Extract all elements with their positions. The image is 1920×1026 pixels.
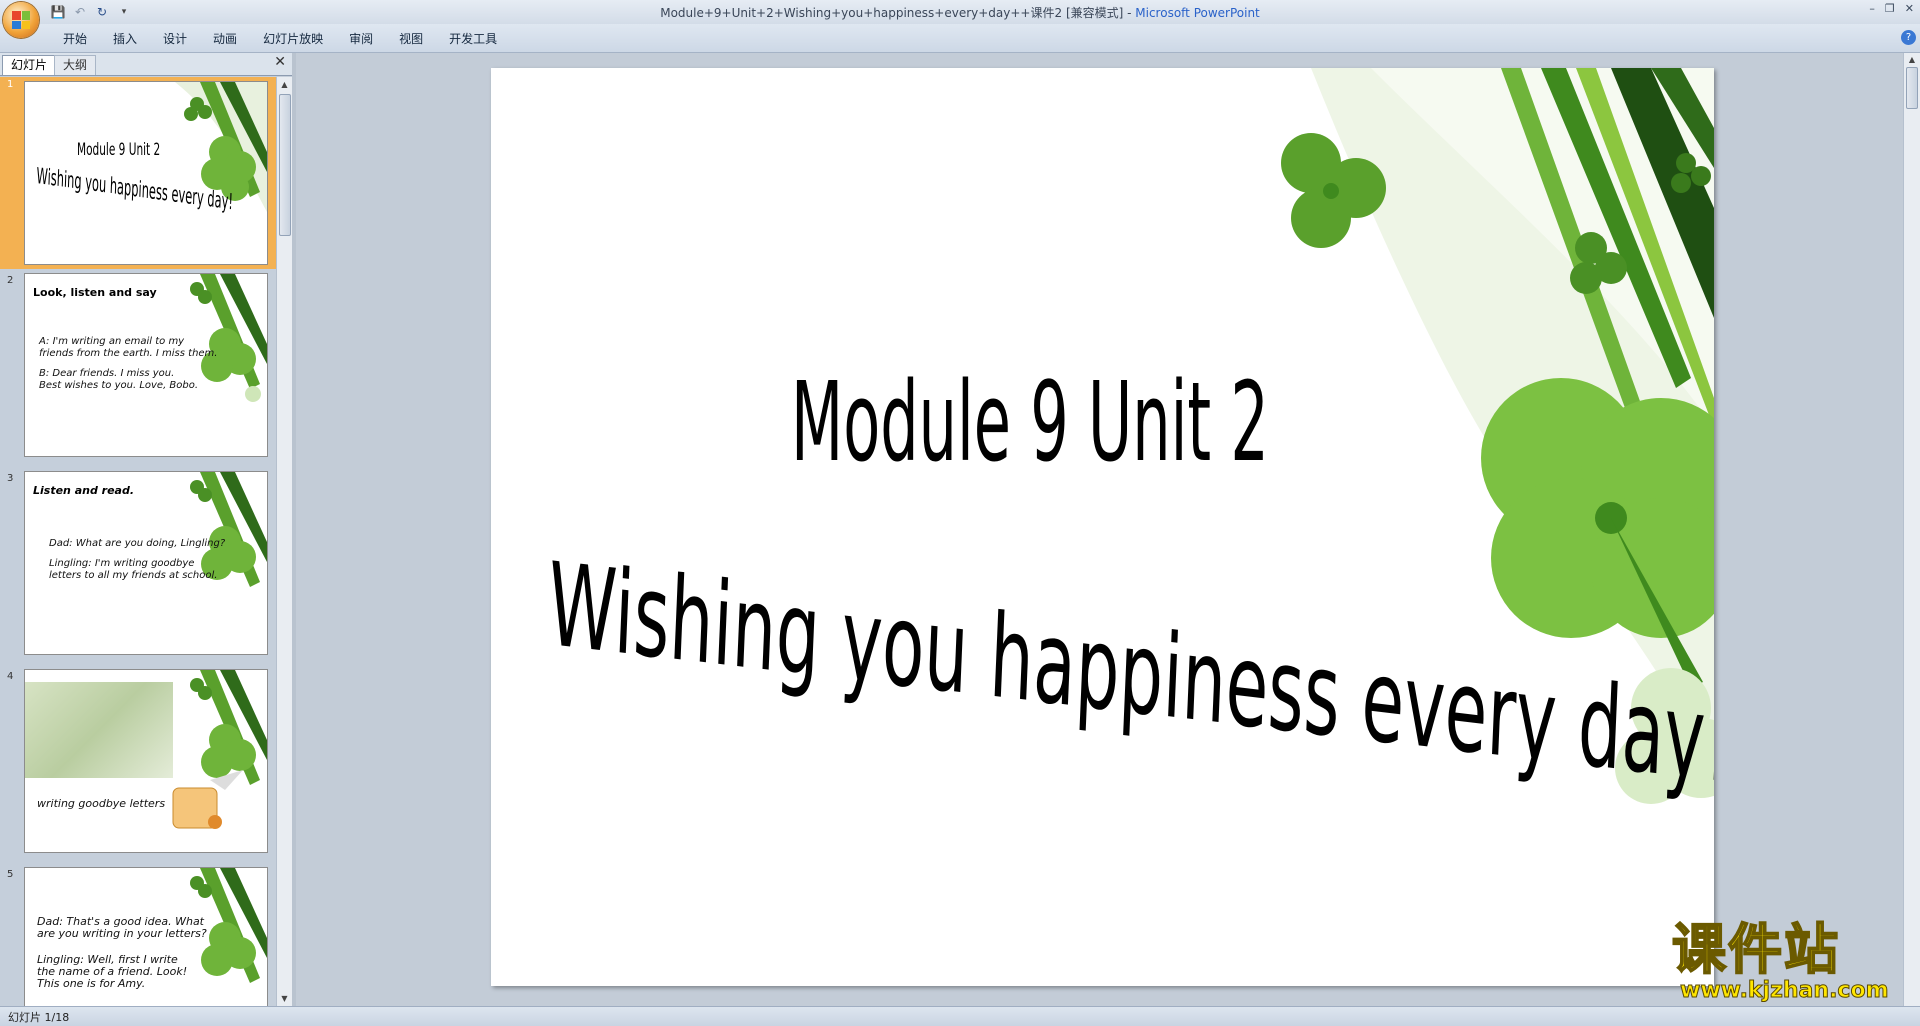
slide-number: 4	[7, 671, 14, 682]
thumb-line-b: B: Dear friends. I miss you. Best wishes…	[39, 368, 199, 391]
slide-number: 3	[7, 473, 14, 484]
scroll-up-icon[interactable]: ▲	[1904, 53, 1920, 67]
slide-number: 5	[7, 869, 14, 880]
help-icon[interactable]: ?	[1901, 30, 1916, 45]
panel-tabs: 幻灯片 大纲 ✕	[0, 53, 292, 76]
thumb-line-a: Dad: That's a good idea. What are you wr…	[37, 915, 207, 940]
thumb-line-a: Dad: What are you doing, Lingling?	[49, 538, 226, 549]
slide-preview: writing goodbye letters	[24, 669, 268, 853]
thumb-line-b: Lingling: Well, first I write the name o…	[37, 953, 188, 990]
app-name: Microsoft PowerPoint	[1135, 6, 1260, 20]
slide-preview: Listen and read. Dad: What are you doing…	[24, 471, 268, 655]
thumb-heading: Listen and read.	[33, 484, 135, 497]
scroll-down-icon[interactable]: ▼	[277, 991, 292, 1006]
slide-thumbnail-5[interactable]: 5 Dad: That's a good idea. What are you …	[0, 867, 276, 1006]
thumb-heading: Look, listen and say	[33, 286, 157, 299]
tab-insert[interactable]: 插入	[100, 30, 150, 47]
restore-icon[interactable]: ❐	[1885, 2, 1895, 15]
tab-developer[interactable]: 开发工具	[436, 30, 510, 47]
slides-panel: 幻灯片 大纲 ✕ 1 Module 9 Unit 2 Wishing you h…	[0, 53, 292, 1006]
slide-thumbnail-3[interactable]: 3 Listen and read. Dad: What are you doi…	[0, 471, 276, 663]
title-bar: 💾 ↶ ↻ ▾ Module+9+Unit+2+Wishing+you+happ…	[0, 0, 1920, 38]
tab-animations[interactable]: 动画	[200, 30, 250, 47]
watermark-url: www.kjzhan.com	[1680, 978, 1890, 1004]
thumb-line-a: A: I'm writing an email to my friends fr…	[39, 336, 218, 359]
tab-view[interactable]: 视图	[386, 30, 436, 47]
slide-number: 2	[7, 275, 14, 286]
current-slide[interactable]: Module 9 Unit 2 Wishing you happiness ev…	[491, 68, 1714, 986]
tab-review[interactable]: 审阅	[336, 30, 386, 47]
watermark-logo: 课件站	[1671, 918, 1840, 981]
thumb-title-line1: Module 9 Unit 2	[77, 140, 161, 160]
tab-outline[interactable]: 大纲	[54, 55, 97, 75]
slide-preview: Dad: That's a good idea. What are you wr…	[24, 867, 268, 1006]
thumb-line-b: Lingling: I'm writing goodbye letters to…	[49, 558, 218, 581]
tab-home[interactable]: 开始	[50, 30, 100, 47]
scrollbar-thumb[interactable]	[1906, 67, 1918, 109]
thumb-caption: writing goodbye letters	[37, 797, 166, 810]
slide-thumbnail-1[interactable]: 1 Module 9 Unit 2 Wishing you happiness …	[0, 77, 276, 269]
scroll-up-icon[interactable]: ▲	[277, 77, 292, 92]
tab-slides[interactable]: 幻灯片	[2, 55, 57, 75]
thumbnail-list: 1 Module 9 Unit 2 Wishing you happiness …	[0, 77, 276, 1006]
minimize-icon[interactable]: –	[1869, 2, 1875, 15]
slide-number: 1	[7, 79, 14, 90]
slide-editor: Module 9 Unit 2 Wishing you happiness ev…	[296, 53, 1904, 1006]
clover-decoration-icon	[1281, 68, 1714, 804]
slide-preview: Module 9 Unit 2 Wishing you happiness ev…	[24, 81, 268, 265]
tab-slideshow[interactable]: 幻灯片放映	[250, 30, 336, 47]
slide-title-line1[interactable]: Module 9 Unit 2	[791, 358, 1269, 486]
slide-thumbnail-2[interactable]: 2 Look, listen and say A: I'm writing an…	[0, 273, 276, 465]
panel-close-icon[interactable]: ✕	[274, 54, 286, 70]
status-bar: 幻灯片 1/18	[0, 1006, 1920, 1026]
thumbnail-scrollbar[interactable]: ▲ ▼	[276, 77, 292, 1006]
window-title: Module+9+Unit+2+Wishing+you+happiness+ev…	[0, 4, 1920, 21]
scroll-letter-icon	[172, 770, 243, 829]
slide-thumbnail-4[interactable]: 4 writing goodbye letters	[0, 669, 276, 861]
office-logo-icon	[12, 11, 30, 29]
site-watermark: 课件站 www.kjzhan.com	[1668, 918, 1908, 1004]
editor-scrollbar[interactable]: ▲	[1903, 53, 1920, 1006]
window-controls: – ❐ ✕	[1869, 2, 1914, 15]
clover-decoration-icon	[190, 274, 267, 402]
slide-counter: 幻灯片 1/18	[8, 1011, 70, 1024]
close-icon[interactable]: ✕	[1905, 2, 1914, 15]
scrollbar-thumb[interactable]	[279, 94, 291, 236]
ribbon-tabs: 开始 插入 设计 动画 幻灯片放映 审阅 视图 开发工具 ?	[0, 24, 1920, 53]
document-title: Module+9+Unit+2+Wishing+you+happiness+ev…	[660, 6, 1136, 20]
tab-design[interactable]: 设计	[150, 30, 200, 47]
slide-preview: Look, listen and say A: I'm writing an e…	[24, 273, 268, 457]
office-button[interactable]	[3, 2, 39, 38]
